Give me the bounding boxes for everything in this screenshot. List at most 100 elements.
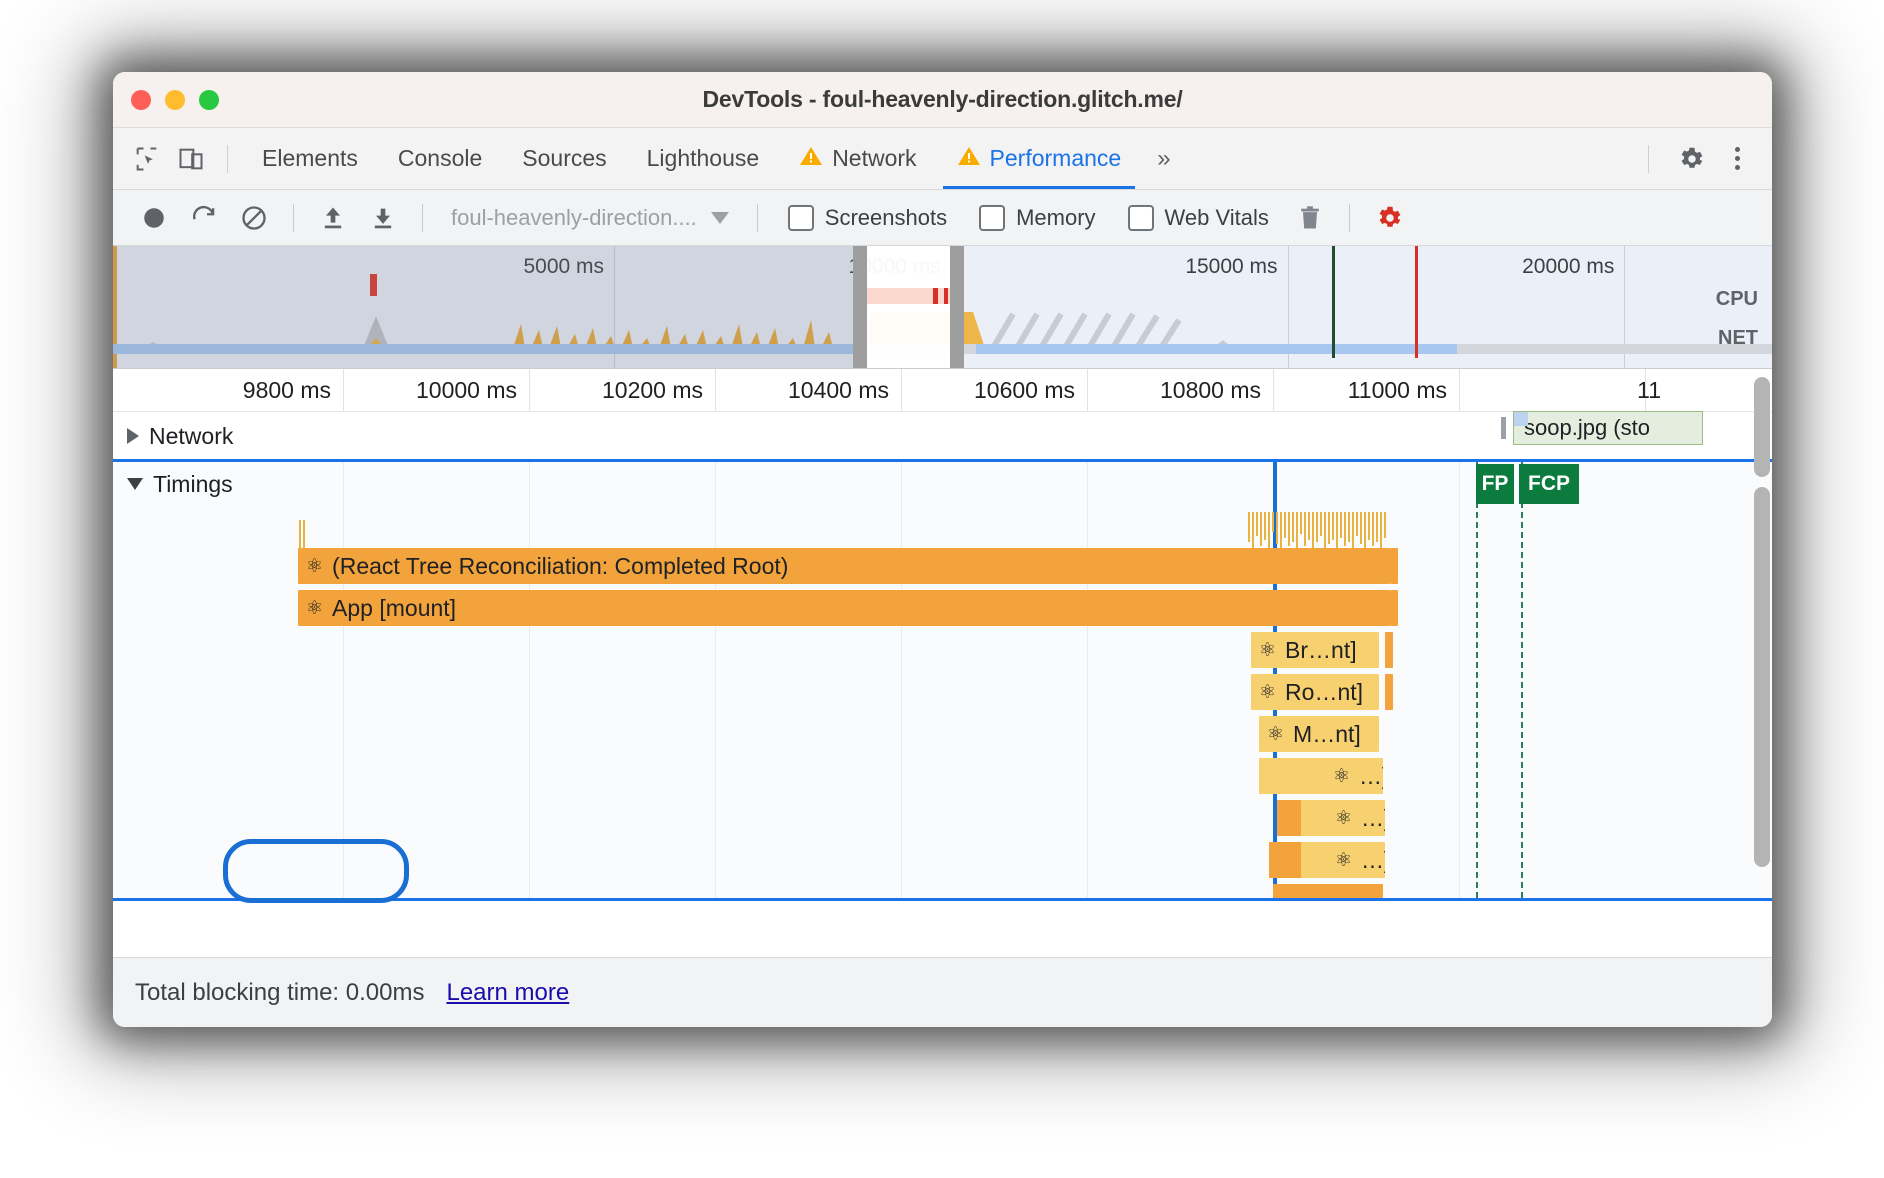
inspect-element-icon[interactable] [125, 137, 169, 181]
minimize-window-button[interactable] [165, 89, 185, 110]
flame-bar[interactable]: ⚛ M…nt] [1259, 716, 1379, 752]
toolbar-divider-2 [422, 203, 423, 232]
ruler-tick [343, 369, 344, 411]
status-footer: Total blocking time: 0.00ms Learn more [113, 957, 1772, 1027]
vertical-scrollbar-thumb[interactable] [1754, 487, 1770, 867]
react-atom-icon: ⚛ [306, 597, 324, 619]
triangle-down-icon[interactable] [127, 478, 143, 490]
load-profile-button[interactable] [310, 195, 356, 241]
timeline-overview[interactable]: 5000 ms 10000 ms 15000 ms 20000 ms [113, 246, 1772, 369]
flame-bar-tail[interactable] [1390, 548, 1398, 584]
flame-bar[interactable]: ⚛ (React Tree Reconciliation: Completed … [298, 548, 1390, 584]
tabstrip-divider [227, 144, 228, 173]
tab-elements-label: Elements [262, 145, 358, 171]
flame-bar-label: …] [1361, 846, 1385, 873]
ruler-tick [1459, 369, 1460, 411]
tab-sources[interactable]: Sources [502, 128, 626, 189]
flame-gridline [1459, 462, 1460, 898]
overview-dim-left [113, 246, 853, 368]
tab-lighthouse-label: Lighthouse [646, 145, 760, 171]
overview-cpu-label: CPU [1715, 288, 1758, 310]
react-atom-icon: ⚛ [1333, 765, 1351, 787]
react-atom-icon: ⚛ [1335, 849, 1353, 871]
track-network-label: Network [149, 422, 234, 449]
flame-bar-tail[interactable] [1385, 632, 1393, 668]
vertical-scrollbar[interactable] [1754, 377, 1770, 477]
save-profile-button[interactable] [360, 195, 406, 241]
overview-marker-line [1332, 246, 1336, 358]
ruler-label: 11 [1637, 377, 1661, 403]
flame-bar[interactable]: ⚛ …] [1301, 842, 1385, 878]
ruler-label: 11000 ms [1347, 377, 1447, 403]
flame-gridline [1087, 462, 1088, 898]
overview-selection-window[interactable] [852, 246, 965, 368]
checkbox-box[interactable] [1127, 204, 1154, 231]
fcp-badge[interactable]: FCP [1519, 464, 1579, 504]
performance-toolbar: foul-heavenly-direction.... Screenshots … [113, 190, 1772, 246]
flame-bar[interactable]: ⚛ …] [1291, 758, 1383, 794]
selection-handle-left[interactable] [853, 246, 867, 368]
flame-bar-segment[interactable] [1269, 842, 1305, 878]
triangle-right-icon[interactable] [127, 428, 139, 444]
network-request-label: soop.jpg (sto [1524, 415, 1650, 440]
tab-elements[interactable]: Elements [242, 128, 378, 189]
flame-bar-label: App [mount] [332, 594, 457, 621]
network-request-lead-block [1514, 412, 1528, 426]
memory-checkbox[interactable]: Memory [965, 204, 1109, 231]
collect-garbage-button[interactable] [1287, 195, 1333, 241]
web-vitals-checkbox[interactable]: Web Vitals [1114, 204, 1283, 231]
window-title: DevTools - foul-heavenly-direction.glitc… [702, 86, 1183, 112]
flame-bar-tail[interactable] [1385, 674, 1393, 710]
screenshots-label: Screenshots [824, 204, 948, 230]
record-button[interactable] [131, 195, 177, 241]
device-toolbar-icon[interactable] [169, 137, 213, 181]
tab-overflow-button[interactable]: » [1141, 145, 1186, 173]
tab-list: Elements Console Sources Lighthouse Netw… [242, 128, 1187, 189]
checkbox-box[interactable] [787, 204, 814, 231]
timing-tick-cluster [299, 520, 305, 548]
ruler-label: 10400 ms [787, 377, 889, 403]
fp-marker-dashline [1476, 462, 1478, 898]
web-vitals-label: Web Vitals [1164, 204, 1269, 230]
flame-bar[interactable]: ⚛ Ro…nt] [1251, 674, 1379, 710]
checkbox-box[interactable] [979, 204, 1006, 231]
timings-track-panel[interactable]: Timings FP FCP ⚛ (React Tree Reconciliat… [113, 459, 1772, 901]
flame-bar-segment[interactable] [1273, 884, 1383, 898]
window-titlebar: DevTools - foul-heavenly-direction.glitc… [113, 72, 1772, 128]
maximize-window-button[interactable] [199, 89, 219, 110]
gear-icon[interactable] [1669, 137, 1713, 181]
flame-bar[interactable]: ⚛ Br…nt] [1251, 632, 1379, 668]
ruler-tick [1087, 369, 1088, 411]
profile-url-dropdown[interactable]: foul-heavenly-direction.... [439, 205, 741, 231]
learn-more-link[interactable]: Learn more [446, 979, 569, 1007]
close-window-button[interactable] [131, 89, 151, 110]
selection-handle-right[interactable] [950, 246, 964, 368]
tab-network[interactable]: Network [779, 128, 936, 189]
flame-bar[interactable]: ⚛ …] [1301, 800, 1385, 836]
tab-lighthouse[interactable]: Lighthouse [627, 128, 780, 189]
flame-gridline [343, 462, 344, 898]
time-ruler: 9800 ms 10000 ms 10200 ms 10400 ms 10600… [113, 369, 1772, 412]
tab-console[interactable]: Console [378, 128, 502, 189]
network-request-bar[interactable]: soop.jpg (sto [1513, 411, 1703, 445]
warning-triangle-icon [799, 145, 823, 173]
overview-tick-label: 20000 ms [1522, 255, 1615, 278]
tab-performance[interactable]: Performance [937, 128, 1142, 189]
flame-gridline [715, 462, 716, 898]
tabstrip-right-divider [1648, 144, 1649, 173]
overview-tick-label: 15000 ms [1185, 255, 1278, 278]
kebab-menu-icon[interactable] [1719, 147, 1756, 170]
capture-settings-button[interactable] [1366, 195, 1412, 241]
flame-bar-tail[interactable] [1390, 590, 1398, 626]
toolbar-divider-4 [1348, 203, 1350, 232]
flame-bar[interactable]: ⚛ App [mount] [298, 590, 1390, 626]
memory-label: Memory [1016, 204, 1096, 230]
traffic-light-buttons[interactable] [131, 89, 219, 110]
clear-button[interactable] [231, 195, 277, 241]
reload-and-record-button[interactable] [181, 195, 227, 241]
flame-chart-area[interactable]: 9800 ms 10000 ms 10200 ms 10400 ms 10600… [113, 369, 1772, 937]
tabstrip-right-actions [1634, 137, 1772, 181]
screenshots-checkbox[interactable]: Screenshots [774, 204, 961, 231]
overview-net-label: NET [1718, 327, 1758, 349]
fp-badge[interactable]: FP [1476, 464, 1514, 504]
